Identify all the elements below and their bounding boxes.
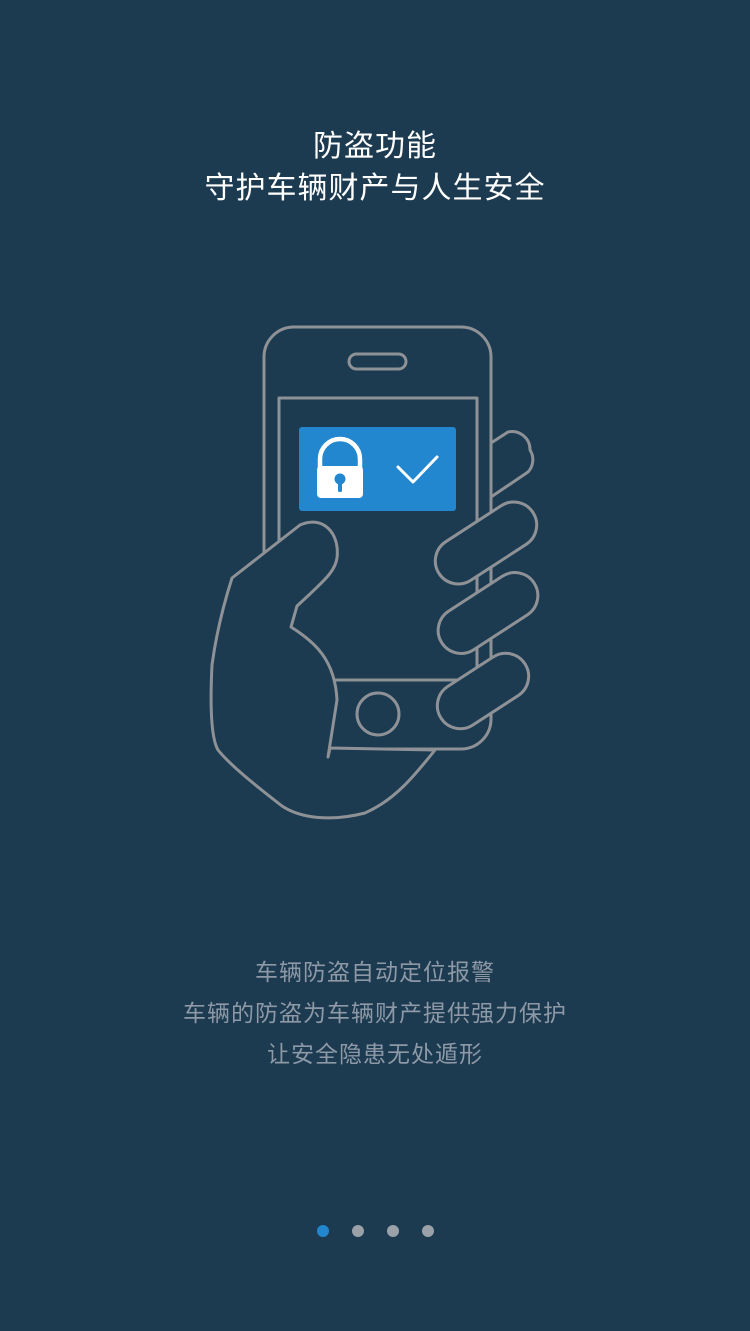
header: 防盗功能 守护车辆财产与人生安全 — [0, 126, 750, 210]
page-title: 防盗功能 — [313, 129, 437, 164]
description-line-2: 车辆的防盗为车辆财产提供强力保护 — [183, 1001, 567, 1027]
page-dot-2[interactable] — [351, 1225, 364, 1237]
page-subtitle: 守护车辆财产与人生安全 — [204, 171, 546, 206]
hand-holding-phone-illustration — [180, 300, 580, 840]
description-line-1: 车辆防盗自动定位报警 — [255, 960, 495, 986]
description-line-3: 让安全隐患无处遁形 — [267, 1042, 483, 1068]
page-dot-3[interactable] — [386, 1225, 399, 1237]
page-dot-4[interactable] — [421, 1225, 434, 1237]
description: 车辆防盗自动定位报警 车辆的防盗为车辆财产提供强力保护 让安全隐患无处遁形 — [0, 953, 750, 1076]
page-dot-1[interactable] — [316, 1225, 329, 1237]
hand-holding-phone-icon — [209, 325, 540, 820]
page-indicator — [0, 1225, 750, 1239]
